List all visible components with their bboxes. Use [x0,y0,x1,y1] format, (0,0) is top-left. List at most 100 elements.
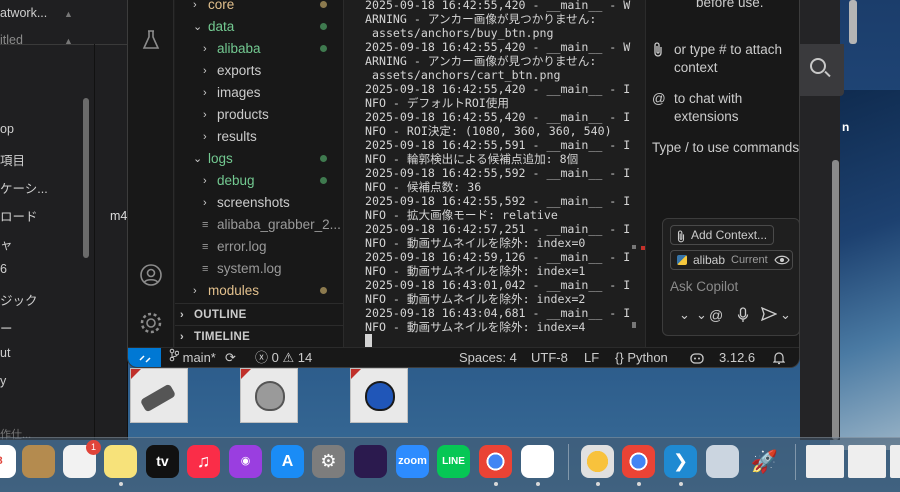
file-item[interactable]: ≡ error.log [175,236,344,258]
chevron-right-icon[interactable]: › [203,38,213,60]
account-icon[interactable] [139,263,163,287]
file-item[interactable]: ≡ alibaba_grabber_2... [175,214,344,236]
eject-icon[interactable]: ▲ [64,36,73,46]
eject-icon[interactable]: ▲ [64,9,73,19]
language-status[interactable]: {} Python [615,348,668,367]
terminal-panel[interactable]: 2025-09-18 16:42:55,420 - __main__ - W AR… [345,0,645,347]
sidebar-item[interactable]: ャ [0,234,13,253]
notes-app-icon[interactable] [104,445,137,478]
rocket-app-icon[interactable]: 🚀 [748,445,781,478]
product-thumbnail[interactable] [350,368,408,423]
folder-item[interactable]: › products [175,104,344,126]
folder-item[interactable]: ⌄ data [175,16,344,38]
chevron-right-icon[interactable]: › [203,170,213,192]
folder-item[interactable]: › modules [175,280,344,302]
sidebar-item[interactable]: ケーシ... [0,178,48,197]
line-app-icon[interactable]: LINE [437,445,470,478]
warp-app-icon[interactable] [354,445,387,478]
preview-app-icon[interactable] [706,445,739,478]
eol-status[interactable]: LF [584,348,599,367]
app-icon[interactable] [581,445,614,478]
product-thumbnail[interactable] [130,368,188,423]
sidebar-item[interactable]: y [0,374,6,388]
outline-section[interactable]: › OUTLINE [175,303,344,325]
chevron-down-icon[interactable]: ⌄ [696,307,707,323]
sidebar-item[interactable]: ロード [0,206,38,225]
indentation-status[interactable]: Spaces: 4 [459,348,517,367]
folder-item[interactable]: ⌄ logs [175,148,344,170]
add-context-button[interactable]: Add Context... [670,225,775,245]
folder-item[interactable]: › alibaba [175,38,344,60]
python-version-status[interactable]: 3.12.6 [719,348,755,367]
chat-input-box[interactable]: Add Context... alibab Current Ask Copilo… [662,218,799,336]
chevron-right-icon[interactable]: › [193,0,203,16]
folder-item[interactable]: › screenshots [175,192,344,214]
file-item[interactable]: ≡ system.log [175,258,344,280]
folder-item[interactable]: › core [175,0,344,16]
davinci-app-icon[interactable] [521,445,554,478]
chevron-down-icon[interactable]: ⌄ [780,307,791,323]
product-thumbnail[interactable] [240,368,298,423]
apple-tv-app-icon[interactable]: tv [146,445,179,478]
scrollbar[interactable] [83,98,89,258]
sidebar-item[interactable]: ー [0,318,13,337]
chrome-app-icon[interactable] [479,445,512,478]
search-icon[interactable] [810,58,826,74]
system-settings-icon[interactable]: ⚙ [312,445,345,478]
podcasts-app-icon[interactable]: ◉ [229,445,262,478]
scrollbar[interactable] [832,160,839,440]
flask-icon[interactable] [139,28,163,52]
current-file-chip[interactable]: alibab Current [670,250,793,270]
copilot-icon[interactable] [689,348,705,367]
vscode-app-icon[interactable]: ❯ [664,445,697,478]
chevron-right-icon[interactable]: › [203,104,213,126]
source-control-icon[interactable]: 3 [139,0,163,16]
folder-item[interactable]: › images [175,82,344,104]
terminal-line: NFO - デフォルトROI使用 [365,96,509,110]
sidebar-item[interactable]: 項目 [0,150,25,169]
sidebar-item[interactable]: op [0,122,14,136]
sidebar-item[interactable]: atwork... [0,6,47,20]
sidebar-item[interactable]: ジック [0,290,38,309]
mention-button[interactable]: @ [709,307,723,323]
remote-indicator-button[interactable] [128,348,161,367]
chevron-down-icon[interactable]: ⌄ [193,148,203,170]
encoding-status[interactable]: UTF-8 [531,348,568,367]
folder-item[interactable]: › debug [175,170,344,192]
gear-icon[interactable] [139,311,163,335]
chrome-canary-icon[interactable] [622,445,655,478]
sync-icon[interactable]: ⟳ [225,348,236,367]
send-icon[interactable] [760,306,778,324]
chevron-right-icon[interactable]: › [203,126,213,148]
folder-item[interactable]: › results [175,126,344,148]
calendar-app-icon[interactable]: 8 [0,445,16,478]
chevron-down-icon[interactable]: ⌄ [679,307,690,323]
branch-status[interactable]: main* [169,348,216,367]
eye-icon[interactable] [774,251,790,275]
chevron-right-icon[interactable]: › [203,192,213,214]
microphone-icon[interactable] [737,307,749,326]
scrollbar[interactable] [632,322,636,328]
chevron-right-icon[interactable]: › [203,60,213,82]
problems-status[interactable]: ⓧ 0 ⚠ 14 [255,348,312,367]
chevron-down-icon[interactable]: ⌄ [193,16,203,38]
minimized-window-thumbnail[interactable] [890,445,900,478]
terminal-line: 2025-09-18 16:42:55,592 - __main__ - I [365,194,631,208]
contacts-app-icon[interactable] [22,445,55,478]
sidebar-item[interactable]: itled [0,33,23,47]
sidebar-item[interactable]: 6 [0,262,7,276]
minimized-window-thumbnail[interactable] [848,445,886,478]
bell-icon[interactable] [772,348,786,367]
app-store-icon[interactable]: A [271,445,304,478]
chevron-right-icon[interactable]: › [193,280,203,302]
chevron-right-icon[interactable]: › [203,82,213,104]
timeline-section[interactable]: › TIMELINE [175,325,344,347]
folder-item[interactable]: › exports [175,60,344,82]
chat-input-placeholder[interactable]: Ask Copilot [670,279,738,294]
scrollbar[interactable] [632,245,636,249]
minimized-window-thumbnail[interactable] [806,445,844,478]
zoom-app-icon[interactable]: zoom [396,445,429,478]
music-app-icon[interactable]: ♫ [187,445,220,478]
sidebar-item[interactable]: ut [0,346,10,360]
scrollbar[interactable] [849,0,857,44]
